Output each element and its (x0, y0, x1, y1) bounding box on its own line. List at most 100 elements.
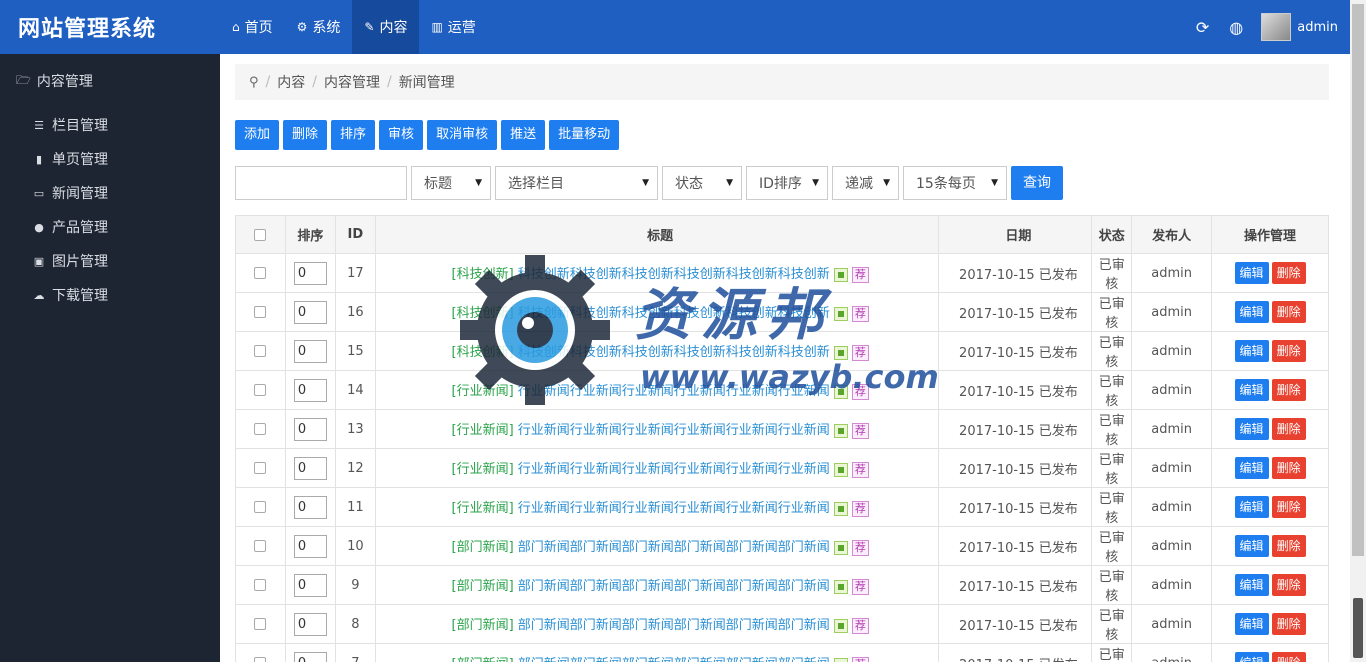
row-category-link[interactable]: [行业新闻] (452, 384, 514, 399)
row-status[interactable]: 已审核 (1091, 292, 1133, 332)
row-category-link[interactable]: [部门新闻] (452, 618, 514, 633)
row-title-link[interactable]: 部门新闻部门新闻部门新闻部门新闻部门新闻部门新闻 (518, 657, 830, 662)
edit-button[interactable]: 编辑 (1234, 496, 1269, 518)
scrollbar-thumb[interactable] (1352, 4, 1364, 556)
row-status[interactable]: 已审核 (1091, 604, 1133, 644)
row-status[interactable]: 已审核 (1091, 526, 1133, 566)
delete-button[interactable]: 删除 (1271, 301, 1306, 323)
row-category-link[interactable]: [科技创新] (452, 345, 514, 360)
row-title-link[interactable]: 行业新闻行业新闻行业新闻行业新闻行业新闻行业新闻 (518, 501, 830, 516)
row-title-link[interactable]: 科技创新科技创新科技创新科技创新科技创新科技创新 (518, 306, 830, 321)
sort-input[interactable]: 0 (293, 534, 327, 558)
refresh-icon[interactable]: ⟳ (1196, 18, 1209, 37)
app-title[interactable]: 网站管理系统 (0, 0, 220, 54)
status-select[interactable]: 状态 ▼ (662, 166, 742, 200)
sort-input[interactable]: 0 (293, 378, 327, 402)
order-select[interactable]: ID排序 ▼ (746, 166, 828, 200)
sidebar-item-4[interactable]: ▣ 图片管理 (0, 244, 220, 278)
delete-button[interactable]: 删除 (1271, 652, 1306, 662)
sort-input[interactable]: 0 (293, 573, 327, 597)
edit-button[interactable]: 编辑 (1234, 457, 1269, 479)
edit-button[interactable]: 编辑 (1234, 340, 1269, 362)
edit-button[interactable]: 编辑 (1234, 301, 1269, 323)
sort-input[interactable]: 0 (293, 456, 327, 480)
user-name[interactable]: admin (1297, 20, 1338, 35)
delete-button[interactable]: 删除 (1271, 535, 1306, 557)
row-status[interactable]: 已审核 (1091, 331, 1133, 371)
row-checkbox[interactable] (254, 657, 267, 662)
breadcrumb-item[interactable]: 内容管理 (324, 72, 380, 92)
sort-input[interactable]: 0 (293, 612, 327, 636)
row-checkbox[interactable] (254, 306, 267, 318)
delete-button[interactable]: 删除 (1271, 496, 1306, 518)
breadcrumb-item[interactable]: 内容 (277, 72, 305, 92)
row-checkbox[interactable] (254, 501, 267, 513)
row-title-link[interactable]: 部门新闻部门新闻部门新闻部门新闻部门新闻部门新闻 (518, 618, 830, 633)
delete-button[interactable]: 删除 (1271, 262, 1306, 284)
sort-input[interactable]: 0 (293, 300, 327, 324)
row-category-link[interactable]: [科技创新] (452, 306, 514, 321)
row-status[interactable]: 已审核 (1091, 487, 1133, 527)
vertical-scrollbar[interactable] (1350, 0, 1366, 662)
delete-button[interactable]: 删除 (1271, 418, 1306, 440)
row-status[interactable]: 已审核 (1091, 253, 1133, 293)
row-title-link[interactable]: 行业新闻行业新闻行业新闻行业新闻行业新闻行业新闻 (518, 423, 830, 438)
toolbar-button-0[interactable]: 添加 (235, 120, 280, 150)
row-status[interactable]: 已审核 (1091, 643, 1133, 662)
row-category-link[interactable]: [部门新闻] (452, 579, 514, 594)
row-category-link[interactable]: [行业新闻] (452, 423, 514, 438)
query-button[interactable]: 查询 (1011, 166, 1063, 200)
row-status[interactable]: 已审核 (1091, 448, 1133, 488)
direction-select[interactable]: 递减 ▼ (832, 166, 899, 200)
toolbar-button-6[interactable]: 批量移动 (549, 120, 620, 150)
row-category-link[interactable]: [部门新闻] (452, 657, 514, 662)
sidebar-section-content[interactable]: 🗁 内容管理 (0, 54, 220, 108)
page-size-select[interactable]: 15条每页 ▼ (903, 166, 1007, 200)
sort-input[interactable]: 0 (293, 339, 327, 363)
sidebar-item-3[interactable]: ● 产品管理 (0, 210, 220, 244)
scrollbar-handle[interactable] (1353, 598, 1363, 658)
toolbar-button-4[interactable]: 取消审核 (427, 120, 498, 150)
top-nav-item-2[interactable]: ✎ 内容 (352, 0, 420, 54)
field-select[interactable]: 标题 ▼ (411, 166, 491, 200)
row-checkbox[interactable] (254, 462, 267, 474)
row-title-link[interactable]: 行业新闻行业新闻行业新闻行业新闻行业新闻行业新闻 (518, 384, 830, 399)
sidebar-item-1[interactable]: ▮ 单页管理 (0, 142, 220, 176)
row-status[interactable]: 已审核 (1091, 409, 1133, 449)
edit-button[interactable]: 编辑 (1234, 652, 1269, 662)
search-input[interactable] (235, 166, 407, 200)
sidebar-item-5[interactable]: ☁ 下载管理 (0, 278, 220, 312)
row-checkbox[interactable] (254, 384, 267, 396)
globe-icon[interactable]: ◍ (1229, 18, 1243, 37)
edit-button[interactable]: 编辑 (1234, 574, 1269, 596)
row-checkbox[interactable] (254, 423, 267, 435)
top-nav-item-0[interactable]: ⌂ 首页 (220, 0, 285, 54)
row-checkbox[interactable] (254, 345, 267, 357)
row-category-link[interactable]: [科技创新] (452, 267, 514, 282)
row-category-link[interactable]: [行业新闻] (452, 462, 514, 477)
delete-button[interactable]: 删除 (1271, 340, 1306, 362)
delete-button[interactable]: 删除 (1271, 457, 1306, 479)
edit-button[interactable]: 编辑 (1234, 262, 1269, 284)
row-checkbox[interactable] (254, 267, 267, 279)
row-category-link[interactable]: [行业新闻] (452, 501, 514, 516)
delete-button[interactable]: 删除 (1271, 613, 1306, 635)
column-select[interactable]: 选择栏目 ▼ (495, 166, 658, 200)
sidebar-item-0[interactable]: ☰ 栏目管理 (0, 108, 220, 142)
sort-input[interactable]: 0 (293, 495, 327, 519)
row-title-link[interactable]: 科技创新科技创新科技创新科技创新科技创新科技创新 (518, 345, 830, 360)
edit-button[interactable]: 编辑 (1234, 535, 1269, 557)
sidebar-item-2[interactable]: ▭ 新闻管理 (0, 176, 220, 210)
row-status[interactable]: 已审核 (1091, 370, 1133, 410)
row-title-link[interactable]: 部门新闻部门新闻部门新闻部门新闻部门新闻部门新闻 (518, 579, 830, 594)
sort-input[interactable]: 0 (293, 417, 327, 441)
delete-button[interactable]: 删除 (1271, 574, 1306, 596)
edit-button[interactable]: 编辑 (1234, 379, 1269, 401)
delete-button[interactable]: 删除 (1271, 379, 1306, 401)
top-nav-item-1[interactable]: ⚙ 系统 (285, 0, 353, 54)
row-title-link[interactable]: 行业新闻行业新闻行业新闻行业新闻行业新闻行业新闻 (518, 462, 830, 477)
edit-button[interactable]: 编辑 (1234, 418, 1269, 440)
avatar[interactable] (1261, 13, 1292, 41)
sort-input[interactable]: 0 (293, 651, 327, 662)
top-nav-item-3[interactable]: ▥ 运营 (419, 0, 487, 54)
